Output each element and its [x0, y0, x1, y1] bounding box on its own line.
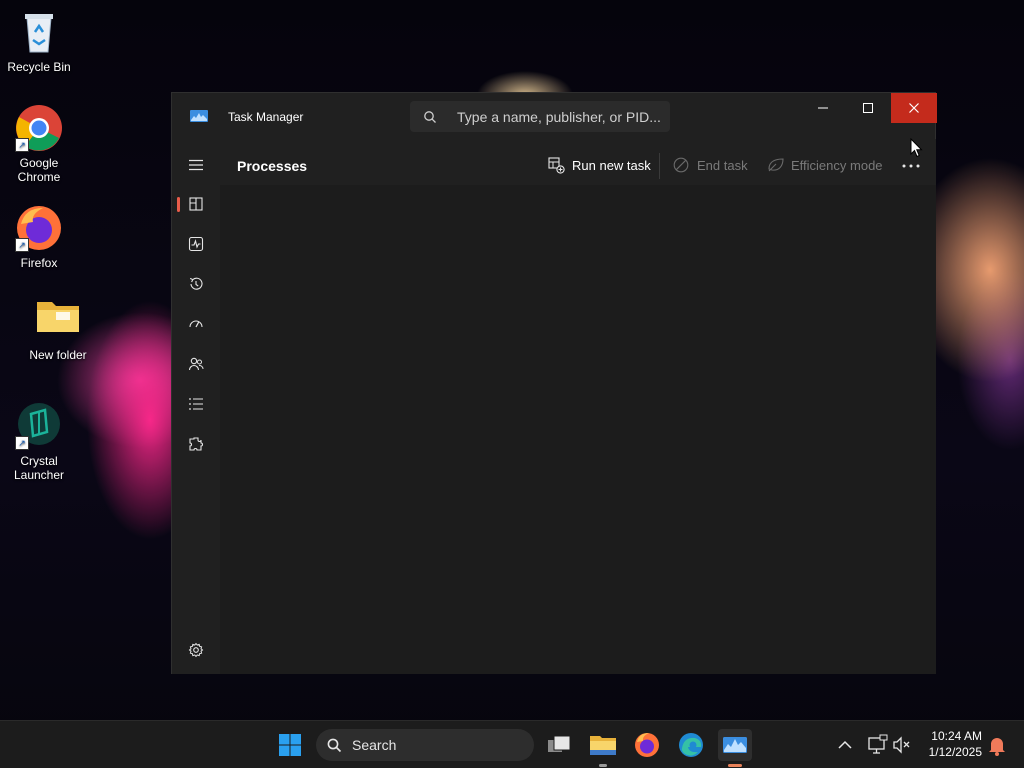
running-indicator — [728, 764, 742, 767]
folder-icon — [34, 296, 82, 344]
task-view-icon — [548, 735, 571, 752]
bell-icon — [989, 738, 1005, 756]
start-button[interactable] — [273, 729, 307, 761]
chrome-icon: ↗ — [15, 104, 63, 152]
window-title: Task Manager — [228, 110, 304, 124]
minimize-icon — [818, 107, 828, 109]
desktop-icon-new-folder[interactable]: New folder — [19, 296, 97, 362]
sidebar-item-services[interactable] — [180, 428, 212, 460]
mouse-cursor-icon — [910, 138, 923, 158]
maximize-button[interactable] — [845, 93, 891, 123]
running-indicator — [599, 764, 607, 767]
recycle-bin-icon — [15, 8, 63, 56]
hamburger-menu-button[interactable] — [180, 149, 212, 181]
clock-time: 10:24 AM — [931, 729, 982, 743]
services-icon — [189, 437, 203, 451]
sidebar-item-processes[interactable] — [177, 188, 212, 220]
end-task-icon — [673, 157, 689, 173]
firefox-icon: ↗ — [15, 204, 63, 252]
shortcut-arrow-icon: ↗ — [15, 138, 29, 152]
search-icon — [424, 111, 436, 123]
task-view-button[interactable] — [542, 729, 576, 761]
run-new-task-label: Run new task — [572, 158, 651, 173]
file-explorer-icon — [590, 736, 616, 755]
app-history-icon — [189, 277, 203, 290]
clock-date: 1/12/2025 — [928, 745, 982, 759]
taskbar-search-label: Search — [352, 737, 397, 753]
speaker-muted-icon — [893, 736, 910, 754]
minimize-button[interactable] — [800, 93, 846, 123]
processes-content-area — [220, 185, 936, 674]
taskbar-task-manager[interactable] — [718, 729, 752, 767]
end-task-label: End task — [697, 158, 748, 173]
taskbar-file-explorer[interactable] — [586, 729, 620, 767]
settings-icon — [188, 642, 204, 658]
taskbar-search-box[interactable]: Search — [316, 729, 534, 761]
volume-button[interactable] — [885, 729, 919, 761]
shortcut-arrow-icon: ↗ — [15, 436, 29, 450]
title-bar[interactable]: Task Manager Type a name, publisher, or … — [172, 93, 937, 139]
desktop-icon-label: Crystal Launcher — [13, 454, 65, 482]
shortcut-arrow-icon: ↗ — [15, 238, 29, 252]
search-icon — [327, 738, 342, 753]
settings-button[interactable] — [180, 634, 212, 666]
task-manager-window: Task Manager Type a name, publisher, or … — [171, 92, 937, 674]
taskbar: Search 10:24 AM 1/12/2025 — [0, 720, 1024, 768]
sidebar-item-app-history[interactable] — [180, 268, 212, 300]
processes-icon — [189, 197, 203, 211]
sidebar-item-startup-apps[interactable] — [180, 308, 212, 340]
hamburger-icon — [189, 159, 203, 171]
close-button[interactable] — [891, 93, 937, 123]
desktop-icon-label: New folder — [29, 348, 87, 362]
task-manager-icon — [190, 110, 208, 122]
command-separator — [659, 153, 660, 179]
desktop-icon-label: Recycle Bin — [7, 60, 71, 74]
desktop-icon-google-chrome[interactable]: ↗ Google Chrome — [0, 104, 78, 184]
crystal-launcher-icon: ↗ — [15, 402, 63, 450]
command-bar: Processes Run new task End task Efficien… — [220, 139, 936, 185]
system-clock[interactable]: 10:24 AM 1/12/2025 — [918, 728, 982, 760]
sidebar — [172, 139, 220, 674]
taskbar-edge[interactable] — [674, 729, 708, 761]
taskbar-firefox[interactable] — [630, 729, 664, 761]
startup-apps-icon — [189, 320, 203, 328]
maximize-icon — [863, 103, 873, 113]
search-input[interactable]: Type a name, publisher, or PID... — [457, 109, 661, 125]
firefox-icon — [635, 733, 659, 757]
desktop-icon-label: Firefox — [20, 256, 58, 270]
sidebar-item-users[interactable] — [180, 348, 212, 380]
notifications-button[interactable] — [980, 729, 1014, 761]
chevron-up-icon — [838, 740, 852, 749]
start-icon — [279, 734, 301, 756]
more-options-icon[interactable] — [901, 163, 921, 169]
edge-icon — [679, 733, 703, 757]
desktop-icon-crystal-launcher[interactable]: ↗ Crystal Launcher — [0, 402, 78, 482]
show-hidden-icons-button[interactable] — [828, 729, 862, 761]
users-icon — [188, 357, 204, 371]
sidebar-item-details[interactable] — [180, 388, 212, 420]
search-box[interactable]: Type a name, publisher, or PID... — [410, 101, 670, 132]
task-manager-icon — [723, 737, 747, 753]
close-icon — [909, 103, 919, 113]
efficiency-mode-label: Efficiency mode — [791, 158, 883, 173]
details-icon — [189, 398, 203, 410]
desktop-icon-label: Google Chrome — [17, 156, 61, 184]
run-new-task-icon — [548, 157, 565, 174]
sidebar-item-performance[interactable] — [180, 228, 212, 260]
page-title: Processes — [237, 158, 308, 174]
desktop-icon-firefox[interactable]: ↗ Firefox — [0, 204, 78, 270]
performance-icon — [188, 236, 204, 252]
desktop-icon-recycle-bin[interactable]: Recycle Bin — [0, 8, 78, 74]
efficiency-leaf-icon — [768, 158, 784, 172]
